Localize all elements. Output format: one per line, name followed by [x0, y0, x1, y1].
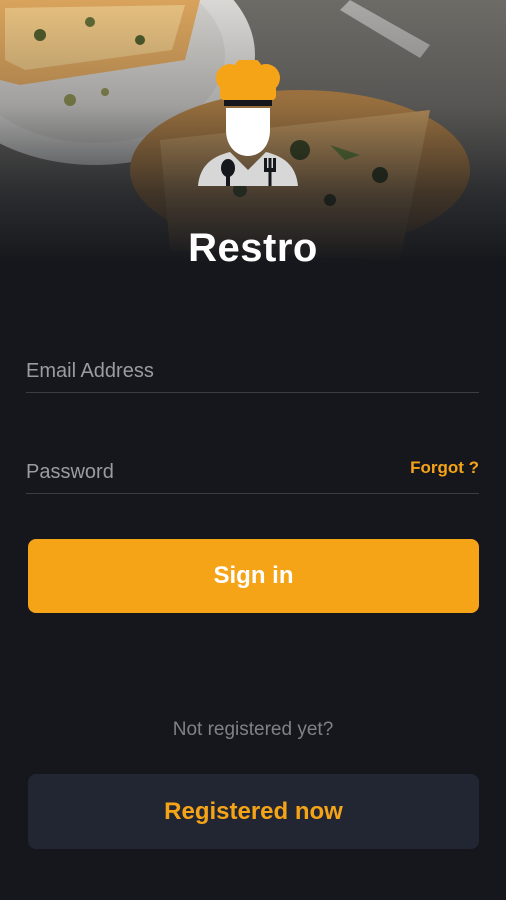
email-input[interactable] — [26, 360, 386, 383]
forgot-password-link[interactable]: Forgot ? — [410, 458, 479, 478]
app-title: Restro — [188, 226, 318, 270]
chef-icon — [190, 57, 306, 192]
password-field[interactable]: Forgot ? — [26, 453, 479, 494]
password-input[interactable] — [26, 461, 386, 484]
register-now-button[interactable]: Registered now — [28, 774, 479, 849]
sign-in-button[interactable]: Sign in — [28, 539, 479, 613]
email-field[interactable] — [26, 352, 479, 393]
not-registered-text: Not registered yet? — [172, 719, 334, 740]
